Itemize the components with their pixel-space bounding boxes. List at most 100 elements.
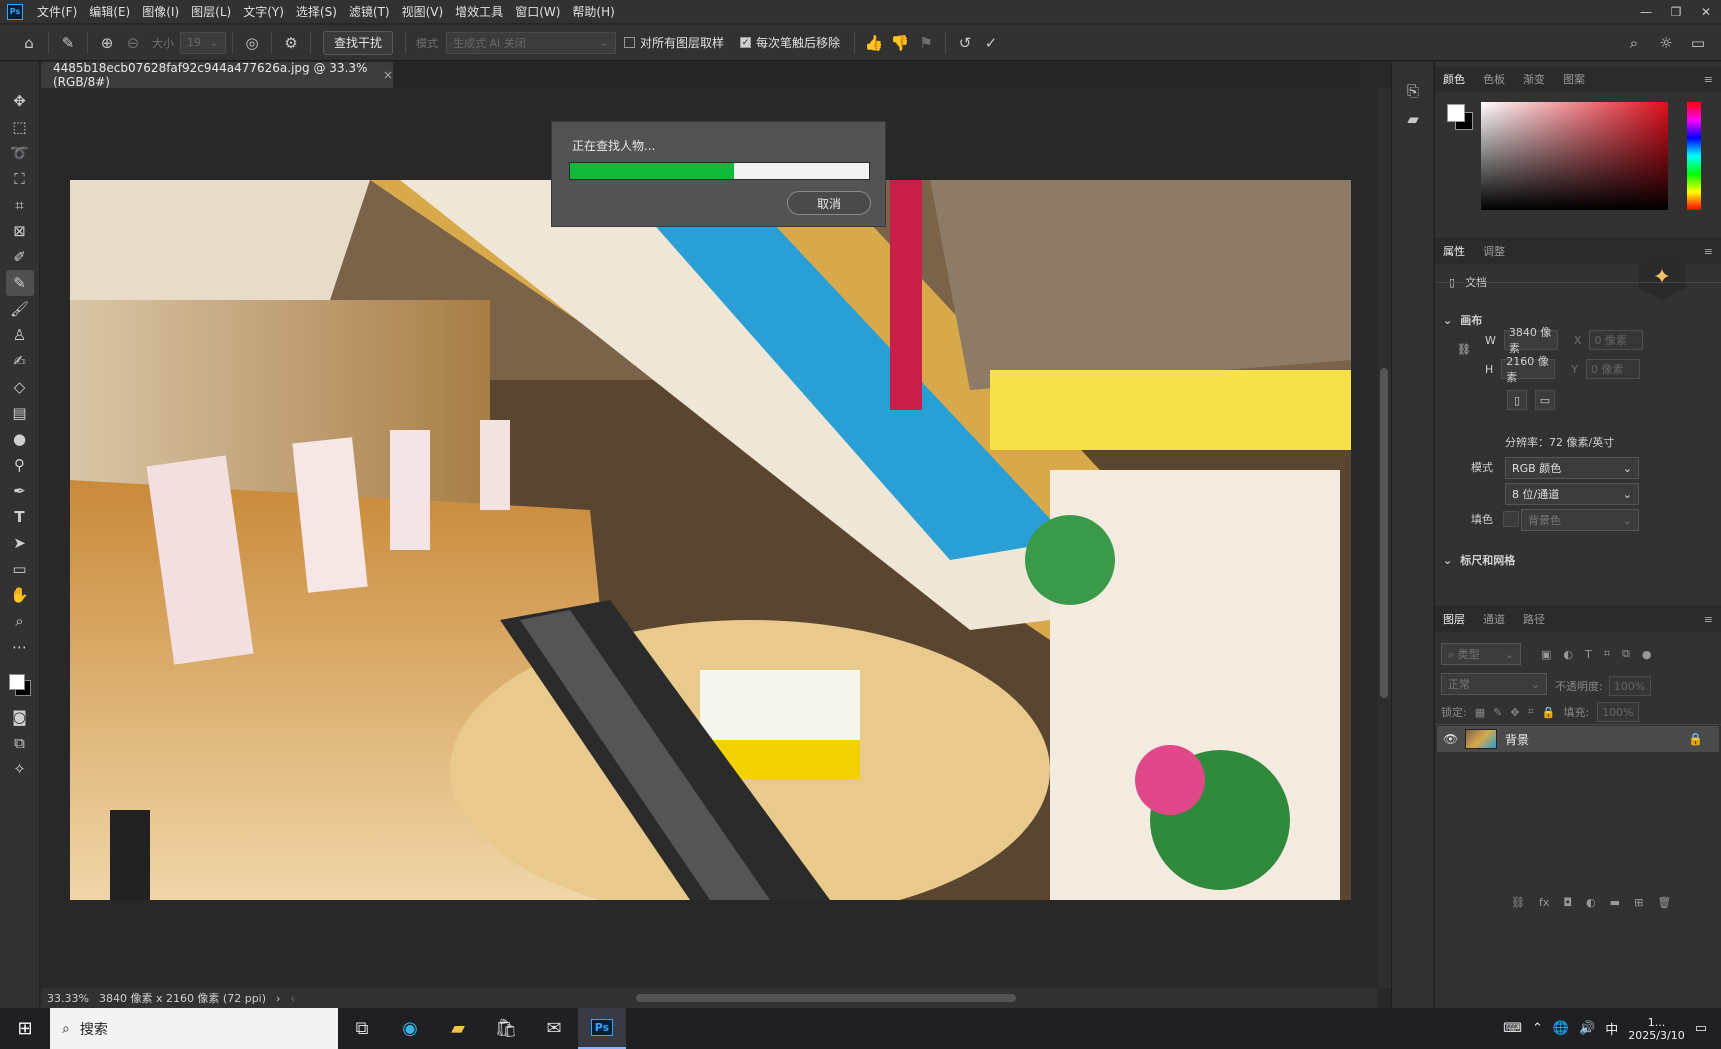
path-select-tool-icon[interactable]: ➤ [6,530,34,556]
taskbar-search[interactable]: ⌕ 搜索 [50,1008,338,1049]
undo-icon[interactable]: ↺ [952,30,978,56]
minimize-button[interactable]: — [1631,5,1661,19]
foreground-color-swatch[interactable] [8,674,25,690]
chevron-right-icon[interactable]: › [276,992,280,1005]
tab-color[interactable]: 颜色 [1443,71,1465,87]
remove-after-stroke-checkbox[interactable]: ✓ 每次笔触后移除 [740,34,840,51]
landscape-icon[interactable]: ▭ [1535,390,1555,410]
lock-artboard-icon[interactable]: ⌗ [1528,705,1534,719]
menu-window[interactable]: 窗口(W) [509,0,566,24]
layer-filter-select[interactable]: ⌕ 类型 ⌄ [1441,643,1521,665]
fill-swatch[interactable] [1503,511,1519,527]
thumbs-up-icon[interactable]: 👍 [861,30,887,56]
close-tab-icon[interactable]: × [383,68,393,82]
menu-view[interactable]: 视图(V) [396,0,450,24]
menu-file[interactable]: 文件(F) [31,0,83,24]
remove-tool-preset-icon[interactable]: ✎ [55,30,81,56]
layer-row-background[interactable]: 👁 背景 🔒 [1437,726,1719,752]
mail-icon[interactable]: ✉ [530,1008,578,1049]
object-select-tool-icon[interactable]: ⛶ [6,166,34,192]
zoom-level[interactable]: 33.33% [47,992,89,1005]
pen-tool-icon[interactable]: ✒ [6,478,34,504]
lock-all-icon[interactable]: 🔒 [1542,706,1556,719]
menu-help[interactable]: 帮助(H) [566,0,620,24]
lock-pixels-icon[interactable]: ✎ [1493,706,1502,719]
notifications-icon[interactable]: ▭ [1695,1021,1707,1036]
image-filter-icon[interactable]: ▣ [1541,648,1551,661]
x-input[interactable]: 0 像素 [1589,330,1644,350]
tab-gradients[interactable]: 渐变 [1523,71,1545,87]
comments-panel-icon[interactable]: ▰ [1400,106,1426,132]
size-input[interactable]: 19 ⌄ [180,31,226,54]
thumbs-down-icon[interactable]: 👎 [887,30,913,56]
eye-icon[interactable]: 👁 [1443,732,1458,746]
gear-icon[interactable]: ⚙ [278,30,304,56]
document-image[interactable] [70,180,1351,900]
more-tools-icon[interactable]: ⋯ [6,634,34,660]
workspace-icon[interactable]: ▭ [1685,30,1711,56]
tab-properties[interactable]: 属性 [1443,243,1465,259]
brush-subtract-icon[interactable]: ⊖ [120,30,146,56]
pressure-size-icon[interactable]: ◎ [239,30,265,56]
quick-mask-icon[interactable]: ◙ [6,704,34,730]
panel-menu-icon[interactable]: ≡ [1704,73,1713,86]
vertical-scrollbar[interactable] [1377,88,1391,988]
fill-select[interactable]: 背景色 ⌄ [1521,509,1639,531]
history-brush-icon[interactable]: ✍ [6,348,34,374]
chevron-up-icon[interactable]: ⌃ [1532,1021,1543,1036]
close-button[interactable]: ✕ [1691,5,1721,19]
ime-indicator[interactable]: 中 [1605,1019,1618,1038]
sample-all-layers-checkbox[interactable]: 对所有图层取样 [624,34,724,51]
windows-start-icon[interactable]: ⊞ [0,1008,50,1049]
group-icon[interactable]: ▬ [1610,896,1620,909]
smart-object-filter-icon[interactable]: ⧉ [1622,647,1630,661]
hand-tool-icon[interactable]: ✋ [6,582,34,608]
chevron-left-icon[interactable]: ‹ [290,992,294,1005]
eraser-tool-icon[interactable]: ◇ [6,374,34,400]
zoom-tool-icon[interactable]: ⌕ [6,608,34,634]
move-tool-icon[interactable]: ✥ [6,88,34,114]
opacity-input[interactable]: 100% [1608,676,1651,696]
new-layer-icon[interactable]: ⊞ [1634,896,1643,909]
task-view-icon[interactable]: ⧉ [338,1008,386,1049]
bit-depth-select[interactable]: 8 位/通道 ⌄ [1505,483,1639,505]
restore-button[interactable]: ❐ [1661,5,1691,19]
screen-mode-icon[interactable]: ⧉ [6,730,34,756]
canvas-section-header[interactable]: ⌄ 画布 [1443,312,1482,328]
menu-plugins[interactable]: 增效工具 [449,0,509,24]
crop-tool-icon[interactable]: ⌗ [6,192,34,218]
filter-toggle-icon[interactable]: ● [1642,648,1652,661]
panel-menu-icon[interactable]: ≡ [1704,245,1713,258]
link-dimensions-icon[interactable]: ⛓ [1457,343,1471,356]
fx-icon[interactable]: fx [1539,896,1549,909]
eyedropper-tool-icon[interactable]: ✐ [6,244,34,270]
menu-type[interactable]: 文字(Y) [237,0,290,24]
lasso-tool-icon[interactable]: ➰ [6,140,34,166]
tab-adjustments[interactable]: 调整 [1483,243,1505,259]
panel-menu-icon[interactable]: ≡ [1704,613,1713,626]
rectangle-tool-icon[interactable]: ▭ [6,556,34,582]
flag-icon[interactable]: ⚑ [913,30,939,56]
marquee-tool-icon[interactable]: ⬚ [6,114,34,140]
find-distractions-button[interactable]: 查找干扰 [323,30,394,55]
edge-icon[interactable]: ◉ [386,1008,434,1049]
network-icon[interactable]: 🌐 [1553,1021,1569,1036]
adjustment-filter-icon[interactable]: ◐ [1563,648,1573,661]
dodge-tool-icon[interactable]: ⚲ [6,452,34,478]
tab-paths[interactable]: 路径 [1523,611,1545,627]
horizontal-scrollbar[interactable] [300,990,1370,1006]
cancel-button[interactable]: 取消 [787,191,871,215]
scroll-thumb[interactable] [1380,368,1388,698]
history-panel-icon[interactable]: ⎘ [1400,78,1426,104]
y-input[interactable]: 0 像素 [1586,359,1641,379]
photoshop-taskbar-icon[interactable]: Ps [578,1008,626,1049]
blur-tool-icon[interactable]: ● [6,426,34,452]
clock[interactable]: 1... 2025/3/10 [1628,1016,1684,1042]
fg-bg-swatch[interactable] [1445,102,1475,132]
fill-input[interactable]: 100% [1597,702,1640,722]
link-layers-icon[interactable]: ⛓ [1511,896,1525,909]
stamp-tool-icon[interactable]: ♙ [6,322,34,348]
rulers-section-header[interactable]: ⌄ 标尺和网格 [1443,552,1515,568]
frame-tool-icon[interactable]: ⊠ [6,218,34,244]
mode-select[interactable]: 生成式 AI 关闭 ⌄ [446,31,617,54]
